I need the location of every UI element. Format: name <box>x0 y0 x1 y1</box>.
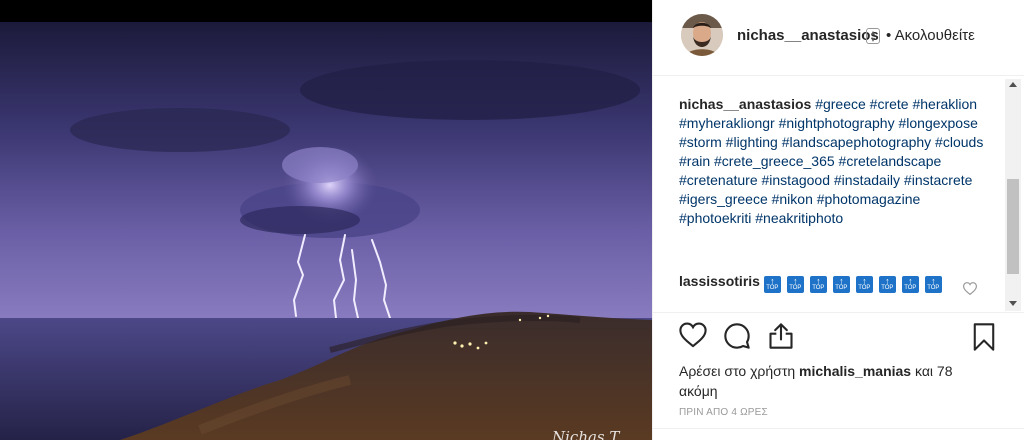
scroll-thumb[interactable] <box>1007 179 1019 274</box>
post-header: nichas__anastasios ▴ ▾ • Ακολουθείτε <box>653 0 1024 76</box>
small-heart-icon[interactable] <box>962 282 978 300</box>
instagram-post-modal: Nichas T nichas__anastasios ▴ ▾ • Ακολουθ… <box>0 0 1024 440</box>
top-emoji-icon: ↑ TOP <box>855 276 873 293</box>
comment-username[interactable]: lassissotiris <box>679 273 760 289</box>
scroll-up-arrow-icon[interactable] <box>1009 82 1017 87</box>
post-photo[interactable]: Nichas T <box>0 0 652 440</box>
caption-hashtags[interactable]: #greece #crete #heraklion #myherakliongr… <box>679 96 983 226</box>
top-emoji-icon: ↑ TOP <box>809 276 827 293</box>
post-side-panel: nichas__anastasios ▴ ▾ • Ακολουθείτε nich… <box>652 0 1024 440</box>
top-emoji-icon: ↑ TOP <box>763 276 781 293</box>
likes-prefix: Αρέσει στο χρήστη <box>679 363 796 379</box>
post-actions-bar <box>653 312 1024 362</box>
photo-watermark: Nichas T <box>552 428 620 440</box>
top-emoji-icon: ↑ TOP <box>901 276 919 293</box>
divider <box>653 428 1024 429</box>
top-emoji-icon: ↑ TOP <box>786 276 804 293</box>
bookmark-icon[interactable] <box>972 322 996 357</box>
avatar-image <box>681 14 723 56</box>
heart-icon[interactable] <box>679 322 707 353</box>
header-username[interactable]: nichas__anastasios <box>737 27 879 44</box>
comments-scrollbar[interactable] <box>1005 79 1021 311</box>
verified-badge-icon: ▴ ▾ <box>866 28 880 44</box>
comment-bubble-icon[interactable] <box>723 322 751 355</box>
post-caption: nichas__anastasios #greece #crete #herak… <box>679 95 989 228</box>
comment-item: lassissotiris ↑ TOP ↑ TOP ↑ TOP ↑ TOP ↑ TOP ↑ TOP ↑ T… <box>679 272 969 293</box>
scroll-down-arrow-icon[interactable] <box>1009 301 1017 306</box>
top-emoji-icon: ↑ TOP <box>878 276 896 293</box>
follow-status[interactable]: • Ακολουθείτε <box>886 27 975 44</box>
likes-summary: Αρέσει στο χρήστη michalis_manias και 78… <box>679 361 979 401</box>
top-emoji-icon: ↑ TOP <box>832 276 850 293</box>
caption-username[interactable]: nichas__anastasios <box>679 96 811 112</box>
avatar[interactable] <box>681 14 723 56</box>
share-icon[interactable] <box>767 322 795 355</box>
top-emoji-icon: ↑ TOP <box>924 276 942 293</box>
likes-username[interactable]: michalis_manias <box>799 363 911 379</box>
comments-list[interactable]: nichas__anastasios #greece #crete #herak… <box>653 79 1005 311</box>
comment-text: ↑ TOP ↑ TOP ↑ TOP ↑ TOP ↑ TOP ↑ TOP ↑ TOP ↑ TOP <box>763 273 948 293</box>
storm-landscape-image <box>0 0 652 440</box>
post-timestamp[interactable]: ΠΡΙΝ ΑΠΟ 4 ΩΡΕΣ <box>679 407 768 418</box>
